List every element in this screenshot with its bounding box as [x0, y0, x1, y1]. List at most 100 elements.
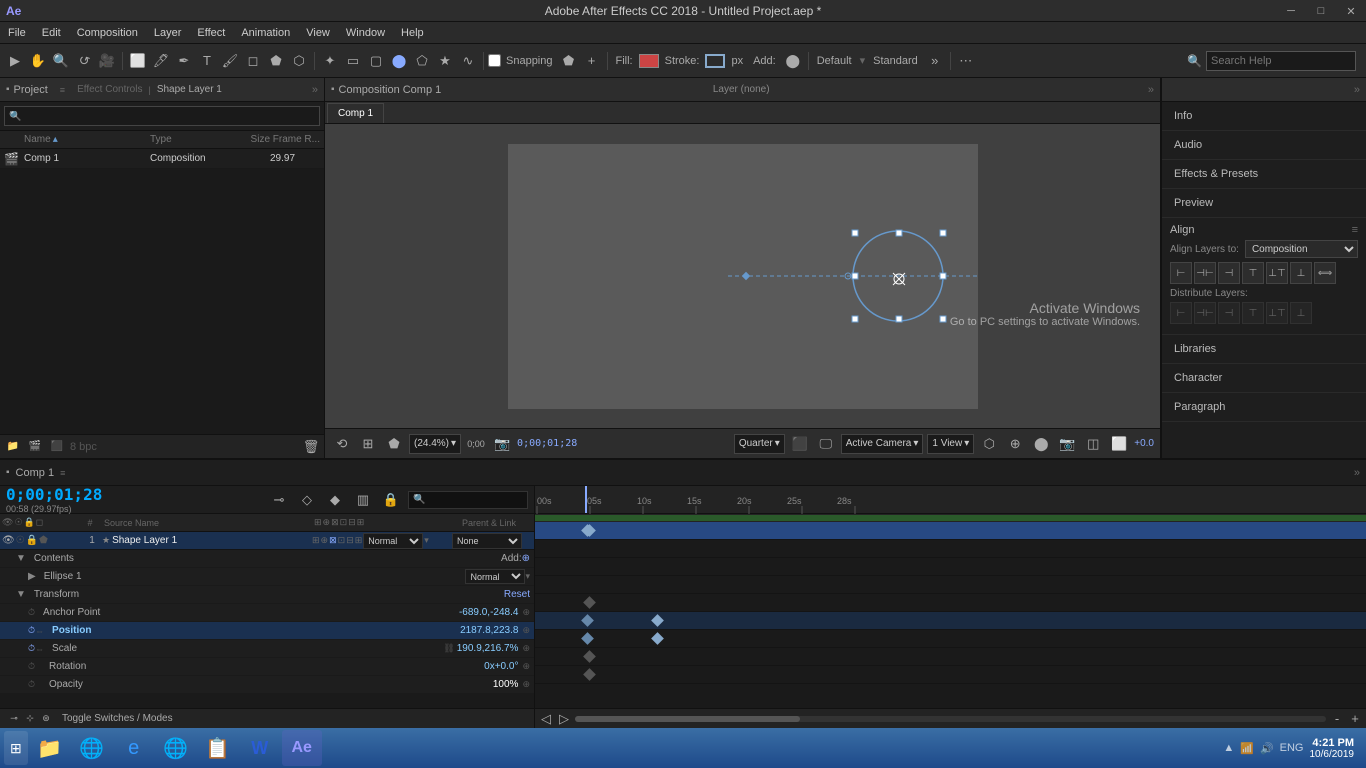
- sw4[interactable]: ⊡: [338, 535, 346, 546]
- comp-transparency-btn[interactable]: ◫: [1082, 433, 1104, 455]
- sw2[interactable]: ⊕: [321, 535, 329, 546]
- pos-kf2[interactable]: [651, 614, 664, 627]
- comp-grid-btn[interactable]: ⊞: [357, 433, 379, 455]
- layer-solo-icon[interactable]: ☉: [16, 535, 25, 546]
- layer-star[interactable]: ★: [102, 535, 110, 546]
- scale-expression[interactable]: ⊕: [522, 643, 530, 654]
- taskbar-word[interactable]: W: [240, 730, 280, 766]
- menu-animation[interactable]: Animation: [233, 22, 298, 43]
- timeline-expand[interactable]: »: [1354, 467, 1360, 479]
- position-value[interactable]: 2187.8,223.8: [460, 625, 518, 636]
- zoom-tool[interactable]: 🔍: [50, 50, 72, 72]
- layer-row-shape1[interactable]: 👁 ☉ 🔒 ⬟ 1 ★ Shape Layer 1 ⊞ ⊕ ⊠ ⊡ ⊟ ⊞ No…: [0, 532, 534, 550]
- comp-panel-expand[interactable]: »: [1148, 84, 1154, 96]
- anchor-kf[interactable]: [583, 596, 596, 609]
- comp-3d-btn[interactable]: ⬡: [978, 433, 1000, 455]
- contents-triangle[interactable]: ▼: [16, 553, 26, 564]
- taskbar-chrome[interactable]: 🌐: [72, 730, 112, 766]
- camera-view-control[interactable]: Active Camera ▾: [841, 434, 924, 454]
- comp-guide-btn[interactable]: ⊕: [1004, 433, 1026, 455]
- tl-zoom-in[interactable]: +: [1348, 712, 1362, 726]
- comp-render-btn[interactable]: ⬤: [1030, 433, 1052, 455]
- anchor-stopwatch[interactable]: ⏱: [28, 607, 35, 618]
- right-panel-expand[interactable]: »: [1354, 84, 1360, 96]
- close-button[interactable]: ✕: [1336, 0, 1366, 22]
- eraser-tool[interactable]: ◻: [242, 50, 264, 72]
- comp-snapshot-btn[interactable]: 📷: [1056, 433, 1078, 455]
- rotation-value[interactable]: 0x+0.0°: [484, 661, 518, 672]
- ellipse-triangle[interactable]: ▶: [28, 571, 36, 582]
- stroke-swatch[interactable]: [705, 54, 725, 68]
- right-panel-info[interactable]: Info: [1162, 102, 1366, 131]
- anchor-point-value[interactable]: -689.0,-248.4: [459, 607, 519, 618]
- align-menu-btn[interactable]: ≡: [1352, 224, 1358, 236]
- opacity-expression[interactable]: ⊕: [522, 679, 530, 690]
- transport-motion2[interactable]: ◆: [324, 489, 346, 511]
- shape-star-tool[interactable]: ✦: [319, 50, 341, 72]
- right-panel-paragraph[interactable]: Paragraph: [1162, 393, 1366, 422]
- comp-pixel-ratio[interactable]: 🖵: [815, 433, 837, 455]
- shape-poly-tool[interactable]: ⬠: [411, 50, 433, 72]
- brush-tool[interactable]: 🖌: [219, 50, 241, 72]
- dist-bottom-btn[interactable]: ⊥: [1290, 302, 1312, 324]
- new-folder-btn[interactable]: 📁: [4, 438, 22, 456]
- scrollbar-thumb[interactable]: [575, 716, 800, 722]
- selection-tool[interactable]: ▶: [4, 50, 26, 72]
- timeline-transport2[interactable]: ⊹: [22, 711, 38, 727]
- project-item-comp1[interactable]: 🎬 Comp 1 Composition 29.97: [0, 149, 324, 169]
- right-panel-audio[interactable]: Audio: [1162, 131, 1366, 160]
- new-item-btn[interactable]: ⬛: [48, 438, 66, 456]
- workspace-expand[interactable]: »: [924, 50, 946, 72]
- align-bottom-btn[interactable]: ⊥: [1290, 262, 1312, 284]
- align-top-btn[interactable]: ⊤: [1242, 262, 1264, 284]
- sw1[interactable]: ⊞: [312, 535, 320, 546]
- project-panel-menu[interactable]: ≡: [52, 85, 73, 95]
- mask-tool[interactable]: ⬜: [127, 50, 149, 72]
- transport-motion1[interactable]: ◇: [296, 489, 318, 511]
- comp-reset-btn[interactable]: ⟲: [331, 433, 353, 455]
- text-tool[interactable]: T: [196, 50, 218, 72]
- project-search-input[interactable]: [4, 106, 320, 126]
- align-hcenter-btn[interactable]: ⊣⊢: [1194, 262, 1216, 284]
- toggle-label[interactable]: Toggle Switches / Modes: [62, 713, 173, 724]
- taskbar-aftereffects[interactable]: Ae: [282, 730, 322, 766]
- menu-layer[interactable]: Layer: [146, 22, 190, 43]
- blending-mode-select[interactable]: Normal: [363, 533, 423, 549]
- scale-kf2[interactable]: [651, 632, 664, 645]
- menu-effect[interactable]: Effect: [189, 22, 233, 43]
- comp-mask-btn[interactable]: ⬟: [383, 433, 405, 455]
- comp-camera-btn[interactable]: 📷: [491, 433, 513, 455]
- opacity-value[interactable]: 100%: [493, 679, 519, 690]
- fill-swatch[interactable]: [639, 54, 659, 68]
- snapping-checkbox[interactable]: [488, 54, 501, 67]
- comp-tab-comp1[interactable]: Comp 1: [327, 103, 384, 123]
- rotation-expression[interactable]: ⊕: [522, 661, 530, 672]
- align-left-btn[interactable]: ⊢: [1170, 262, 1192, 284]
- add-swatch-btn[interactable]: ⬤: [782, 50, 804, 72]
- position-separate[interactable]: ⇔: [35, 626, 44, 636]
- quality-control[interactable]: Quarter ▾: [734, 434, 785, 454]
- right-panel-effects-presets[interactable]: Effects & Presets: [1162, 160, 1366, 189]
- menu-composition[interactable]: Composition: [69, 22, 146, 43]
- menu-view[interactable]: View: [298, 22, 338, 43]
- dist-vcenter-btn[interactable]: ⊥⊤: [1266, 302, 1288, 324]
- snap-tool-1[interactable]: ⬟: [558, 50, 580, 72]
- search-help-input[interactable]: [1206, 51, 1356, 71]
- shape-star2-tool[interactable]: ★: [434, 50, 456, 72]
- align-layers-to-dropdown[interactable]: Composition: [1245, 240, 1358, 258]
- pos-kf1[interactable]: [581, 614, 594, 627]
- timeline-transport1[interactable]: ⊸: [6, 711, 22, 727]
- comp-region-btn[interactable]: ⬜: [1108, 433, 1130, 455]
- align-dist-h[interactable]: ⟺: [1314, 262, 1336, 284]
- layer-search-input[interactable]: [408, 491, 528, 509]
- menu-window[interactable]: Window: [338, 22, 393, 43]
- delete-item-btn[interactable]: 🗑: [302, 438, 320, 456]
- puppet-tool[interactable]: ⬡: [288, 50, 310, 72]
- rotation-tool[interactable]: ↺: [70, 46, 98, 74]
- camera-tool[interactable]: 🎥: [96, 50, 118, 72]
- taskbar-edge[interactable]: 🌐: [156, 730, 196, 766]
- dist-right-btn[interactable]: ⊣: [1218, 302, 1240, 324]
- taskbar-ie[interactable]: e: [114, 730, 154, 766]
- transform-triangle[interactable]: ▼: [16, 589, 26, 600]
- dist-left-btn[interactable]: ⊢: [1170, 302, 1192, 324]
